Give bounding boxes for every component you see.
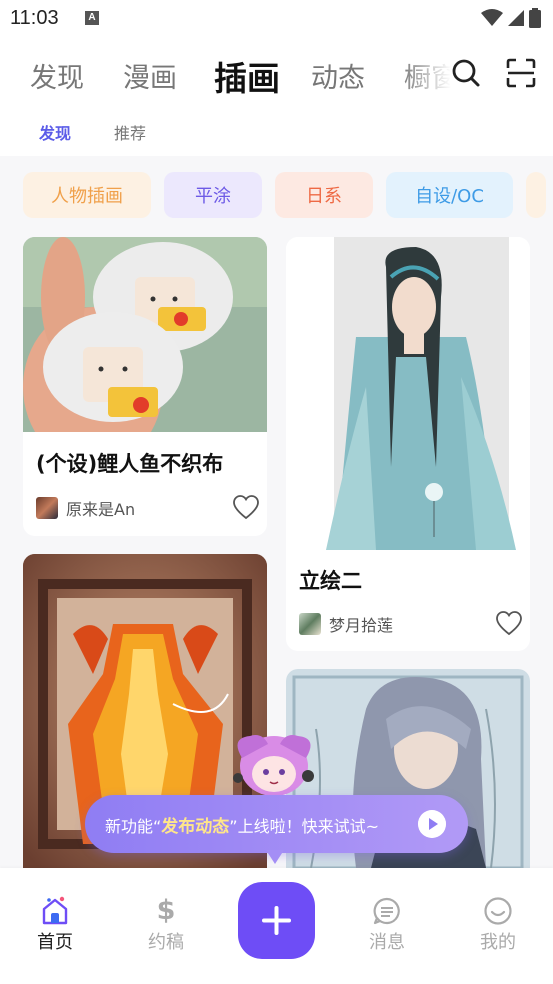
subtab-discover[interactable]: 发现 xyxy=(39,120,71,144)
toast-tail xyxy=(266,850,284,864)
mascot-character xyxy=(233,735,314,796)
avatar xyxy=(299,613,321,635)
battery-icon xyxy=(529,8,541,28)
message-icon xyxy=(373,897,400,925)
nav-messages[interactable]: 消息 xyxy=(347,896,427,954)
toast-prefix: 新功能“ xyxy=(105,817,162,836)
chip-japanese[interactable]: 日系 xyxy=(275,172,373,218)
nav-commission-label: 约稿 xyxy=(148,932,184,953)
author-name: 梦月拾莲 xyxy=(329,616,394,635)
dollar-icon: $ xyxy=(156,895,176,926)
chip-character[interactable]: 人物插画 xyxy=(23,172,151,218)
nav-mine[interactable]: 我的 xyxy=(458,896,538,954)
feature-announcement-toast[interactable]: 新功能“发布动态”上线啦！快来试试~ xyxy=(85,795,468,853)
toast-text: 新功能“发布动态”上线啦！快来试试~ xyxy=(105,812,379,837)
status-icons xyxy=(481,8,541,28)
chip-oc[interactable]: 自设/OC xyxy=(386,172,513,218)
chip-partial[interactable] xyxy=(526,172,546,218)
chip-flat[interactable]: 平涂 xyxy=(164,172,262,218)
sub-tabs: 发现 推荐 xyxy=(0,120,553,148)
artwork-card[interactable]: (个设)鲤人鱼不织布 原来是An xyxy=(23,237,267,536)
publish-plus-button[interactable] xyxy=(238,882,315,959)
heart-icon[interactable] xyxy=(232,494,260,520)
toast-highlight: 发布动态 xyxy=(161,817,230,837)
tab-illustration[interactable]: 插画 xyxy=(214,52,280,100)
notification-icon: A xyxy=(85,11,99,25)
search-icon[interactable] xyxy=(451,58,481,88)
toast-suffix: ”上线啦！快来试试~ xyxy=(229,817,379,836)
nav-mine-label: 我的 xyxy=(480,932,516,953)
status-time: 11:03 xyxy=(10,7,59,29)
smile-icon xyxy=(484,897,512,925)
heart-icon[interactable] xyxy=(495,610,523,636)
nav-messages-label: 消息 xyxy=(369,932,405,953)
card-title: 立绘二 xyxy=(299,569,362,593)
artwork-image xyxy=(286,237,530,550)
artwork-image xyxy=(23,237,267,432)
signal-icon xyxy=(508,10,524,26)
card-author[interactable]: 原来是An xyxy=(36,496,135,520)
bottom-nav: 首页 $ 约稿 消息 我的 xyxy=(0,868,553,984)
play-icon[interactable] xyxy=(418,810,446,838)
artwork-card[interactable]: 立绘二 梦月拾莲 xyxy=(286,237,530,651)
category-chips: 人物插画 平涂 日系 自设/OC xyxy=(23,172,553,218)
avatar xyxy=(36,497,58,519)
author-name: 原来是An xyxy=(66,500,136,519)
nav-home[interactable]: 首页 xyxy=(15,896,95,954)
card-author[interactable]: 梦月拾莲 xyxy=(299,612,393,636)
subtab-recommend[interactable]: 推荐 xyxy=(114,120,146,144)
top-tabs: 发现 漫画 插画 动态 橱窗 xyxy=(0,44,553,104)
plus-icon xyxy=(262,906,291,935)
wifi-icon xyxy=(481,9,503,26)
tab-discover[interactable]: 发现 xyxy=(30,56,84,95)
scan-icon[interactable] xyxy=(506,58,536,88)
tab-moments[interactable]: 动态 xyxy=(311,56,365,95)
card-title: (个设)鲤人鱼不织布 xyxy=(36,452,224,476)
status-bar: 11:03 A xyxy=(0,0,553,38)
tab-comics[interactable]: 漫画 xyxy=(123,56,177,95)
nav-commission[interactable]: $ 约稿 xyxy=(126,896,206,954)
nav-home-label: 首页 xyxy=(37,932,73,953)
home-icon xyxy=(42,896,68,925)
